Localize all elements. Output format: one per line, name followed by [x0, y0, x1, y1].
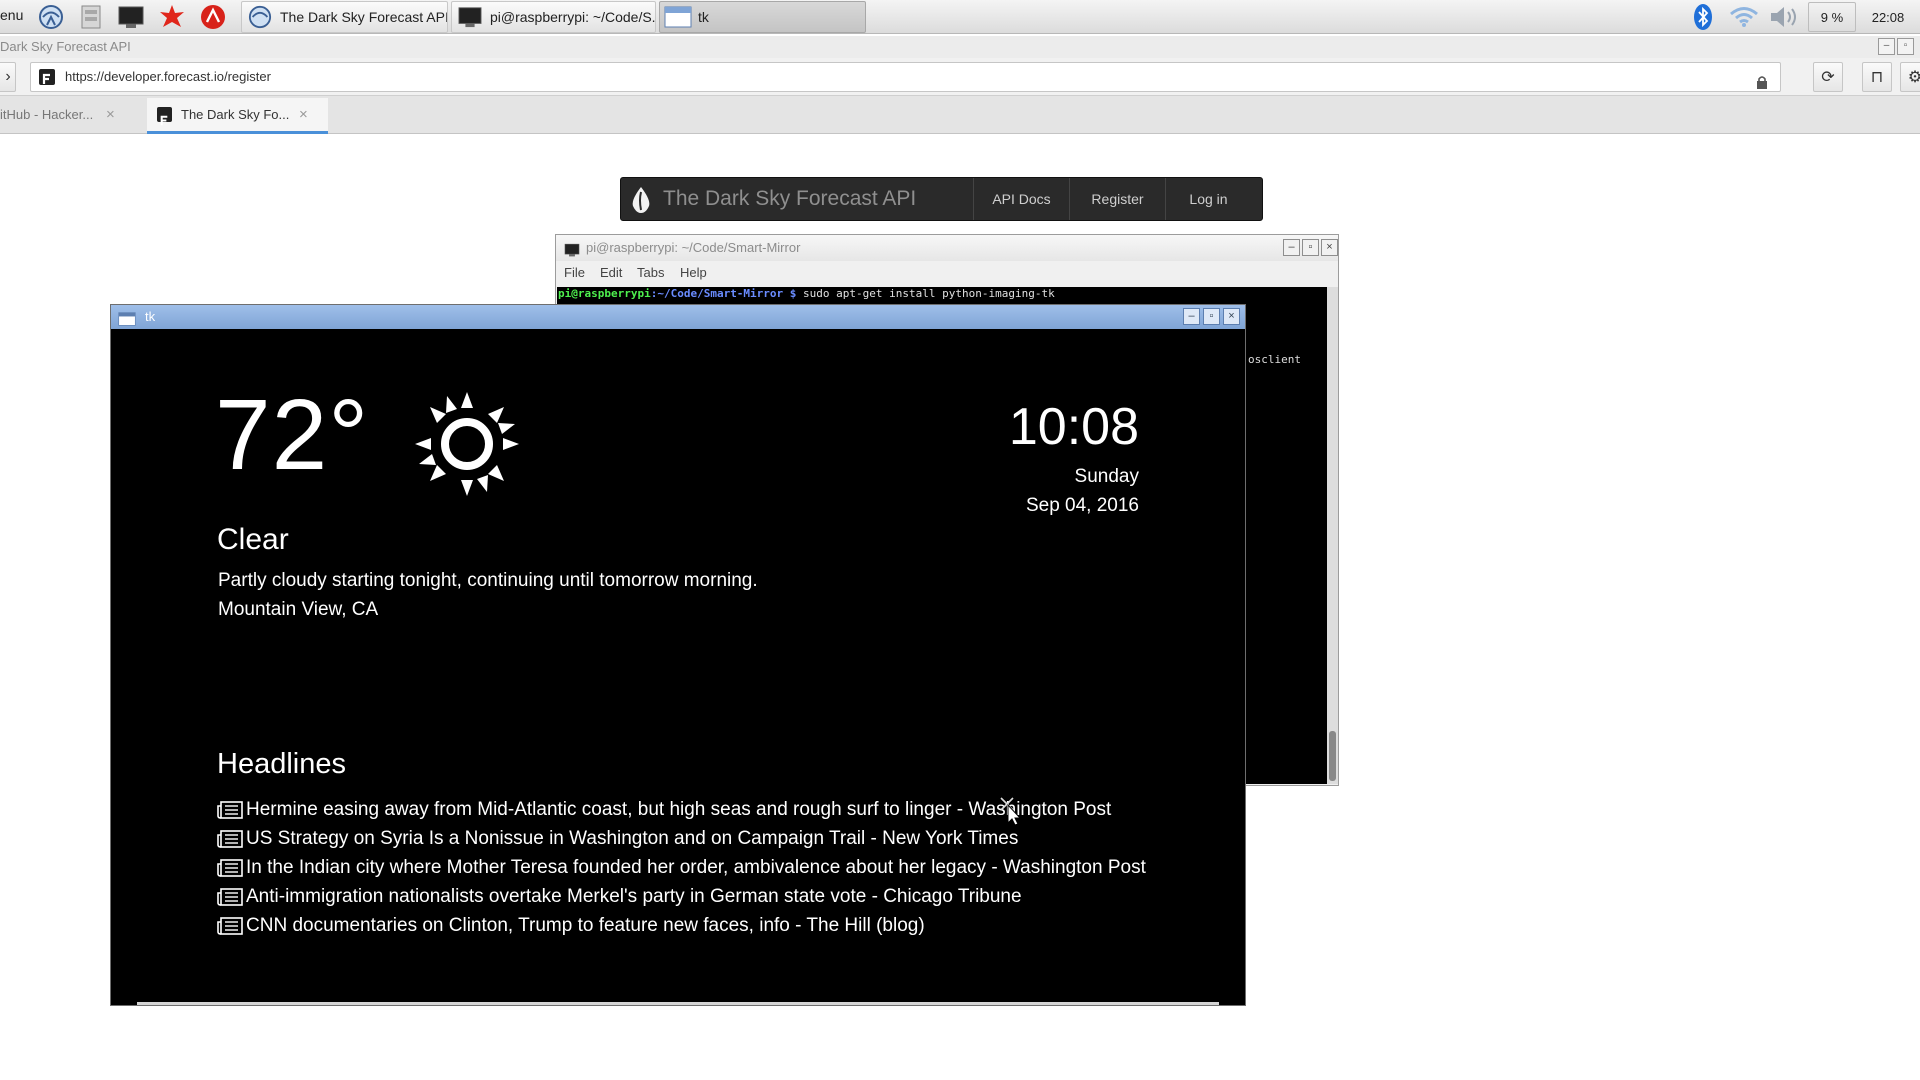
dark-sky-brand[interactable]: The Dark Sky Forecast API	[663, 178, 916, 220]
start-menu-button[interactable]: enu	[0, 0, 23, 34]
forecast-favicon-icon	[39, 69, 55, 85]
tab-github-label: itHub - Hacker...	[0, 107, 94, 122]
mirror-date: Sep 04, 2016	[1025, 495, 1139, 516]
reload-button[interactable]: ⟳	[1813, 62, 1843, 92]
terminal-scrollbar-thumb[interactable]	[1329, 731, 1336, 781]
browser-title-text: Dark Sky Forecast API	[0, 39, 131, 54]
terminal-output-fragment: osclient	[1248, 353, 1301, 366]
tk-titlebar[interactable]: tk	[111, 305, 1245, 329]
battery-indicator[interactable]: 9 %	[1808, 2, 1856, 32]
dark-sky-navbar: The Dark Sky Forecast API API Docs Regis…	[620, 177, 1263, 221]
terminal-close-button[interactable]: ×	[1321, 239, 1338, 256]
newspaper-icon	[217, 859, 243, 885]
tk-window-bottom-edge	[137, 1002, 1219, 1005]
weather-location: Mountain View, CA	[218, 599, 379, 620]
headlines-title: Headlines	[217, 748, 346, 780]
gear-icon: ⚙	[1907, 69, 1920, 86]
terminal-icon	[456, 4, 484, 30]
terminal-menu-edit[interactable]: Edit	[600, 263, 622, 283]
reload-icon: ⟳	[1821, 69, 1835, 86]
terminal-menu-help[interactable]: Help	[680, 263, 707, 283]
terminal-titlebar[interactable]: pi@raspberrypi: ~/Code/Smart-Mirror	[556, 235, 1338, 261]
taskbar-clock-text: 22:08	[1871, 9, 1905, 25]
tab-github-close-icon[interactable]: ×	[106, 98, 115, 132]
headline-text: Hermine easing away from Mid-Atlantic co…	[246, 799, 1112, 820]
browser-window-title: Dark Sky Forecast API	[0, 36, 1920, 58]
nav-link-api-docs[interactable]: API Docs	[973, 178, 1069, 220]
terminal-minimize-button[interactable]: –	[1283, 239, 1300, 256]
book-icon: ⊓	[1870, 69, 1884, 86]
url-text: https://developer.forecast.io/register	[65, 69, 271, 84]
settings-button[interactable]: ⚙	[1900, 62, 1920, 92]
tab-dark-sky-close-icon[interactable]: ×	[299, 98, 308, 132]
reader-mode-button[interactable]: ⊓	[1862, 62, 1892, 92]
task-browser[interactable]: The Dark Sky Forecast API	[241, 1, 448, 33]
terminal-maximize-button[interactable]: ▫	[1302, 239, 1319, 256]
bluetooth-icon[interactable]	[1690, 0, 1716, 34]
headline-item: Anti-immigration nationalists overtake M…	[217, 884, 1146, 913]
terminal-command: sudo apt-get install python-imaging-tk	[796, 287, 1055, 300]
tk-close-button[interactable]: ×	[1223, 308, 1240, 325]
arrow-right-icon: ›	[5, 68, 11, 85]
file-manager-launcher-icon[interactable]	[76, 3, 106, 31]
headline-text: US Strategy on Syria Is a Nonissue in Wa…	[246, 828, 1019, 849]
tk-window: tk – ▫ × 72° Clear Partly cloudy startin…	[110, 304, 1246, 1006]
terminal-command-line: pi@raspberrypi:~/Code/Smart-Mirror $ sud…	[558, 287, 1055, 300]
nav-link-register[interactable]: Register	[1069, 178, 1165, 220]
newspaper-icon	[217, 830, 243, 856]
forecast-favicon-icon	[157, 107, 172, 126]
wolfram-launcher-icon[interactable]	[198, 3, 228, 31]
lock-icon	[1756, 71, 1768, 99]
headline-item: In the Indian city where Mother Teresa f…	[217, 855, 1146, 884]
terminal-title: pi@raspberrypi: ~/Code/Smart-Mirror	[586, 240, 801, 255]
tk-title: tk	[145, 309, 156, 324]
temperature: 72°	[215, 379, 370, 491]
task-tk[interactable]: tk	[659, 1, 866, 33]
task-tk-label: tk	[698, 9, 709, 25]
mouse-cursor-icon	[999, 796, 1022, 831]
task-browser-label: The Dark Sky Forecast API	[280, 9, 448, 25]
tk-maximize-button[interactable]: ▫	[1203, 308, 1220, 325]
terminal-scrollbar[interactable]	[1327, 287, 1338, 784]
tab-github[interactable]: itHub - Hacker... ×	[0, 98, 130, 134]
tab-dark-sky-label: The Dark Sky Fo...	[181, 107, 290, 122]
newspaper-icon	[217, 888, 243, 914]
headline-text: Anti-immigration nationalists overtake M…	[246, 886, 1022, 907]
tab-dark-sky[interactable]: The Dark Sky Fo... ×	[147, 98, 328, 134]
tk-window-icon	[664, 4, 692, 30]
terminal-menu-tabs[interactable]: Tabs	[637, 263, 664, 283]
nav-link-log-in[interactable]: Log in	[1165, 178, 1251, 220]
battery-percent: 9 %	[1820, 9, 1844, 25]
mirror-day-of-week: Sunday	[1074, 466, 1139, 487]
taskbar-clock[interactable]: 22:08	[1860, 0, 1916, 34]
mirror-clock: 10:08	[1008, 398, 1139, 456]
smart-mirror-display: 72° Clear Partly cloudy starting tonight…	[111, 329, 1245, 1005]
url-bar[interactable]: https://developer.forecast.io/register	[30, 62, 1781, 92]
weather-summary: Clear	[217, 523, 289, 556]
taskbar: enu The Dark Sky Forecast API pi@raspber…	[0, 0, 1920, 34]
sun-icon	[415, 392, 519, 501]
task-terminal[interactable]: pi@raspberrypi: ~/Code/S...	[451, 1, 656, 33]
terminal-prompt-user: pi@raspberrypi	[558, 287, 651, 300]
headline-item: CNN documentaries on Clinton, Trump to f…	[217, 913, 1146, 942]
web-browser-icon	[246, 4, 274, 30]
task-terminal-label: pi@raspberrypi: ~/Code/S...	[490, 9, 656, 25]
back-button[interactable]: ›	[0, 62, 16, 92]
terminal-menu-file[interactable]: File	[564, 263, 585, 283]
wifi-icon[interactable]	[1727, 0, 1761, 34]
browser-maximize-button[interactable]: ▫	[1897, 38, 1914, 55]
dark-sky-logo-icon	[629, 186, 653, 219]
headline-text: CNN documentaries on Clinton, Trump to f…	[246, 915, 925, 936]
terminal-prompt-path: :~/Code/Smart-Mirror $	[650, 287, 797, 300]
headline-text: In the Indian city where Mother Teresa f…	[246, 857, 1146, 878]
web-browser-launcher-icon[interactable]	[36, 3, 66, 31]
terminal-launcher-icon[interactable]	[116, 3, 146, 31]
volume-icon[interactable]	[1766, 0, 1802, 34]
weather-forecast: Partly cloudy starting tonight, continui…	[218, 570, 758, 591]
tk-minimize-button[interactable]: –	[1183, 308, 1200, 325]
newspaper-icon	[217, 917, 243, 943]
newspaper-icon	[217, 801, 243, 827]
browser-minimize-button[interactable]: –	[1878, 38, 1895, 55]
mathematica-launcher-icon[interactable]	[157, 3, 187, 31]
